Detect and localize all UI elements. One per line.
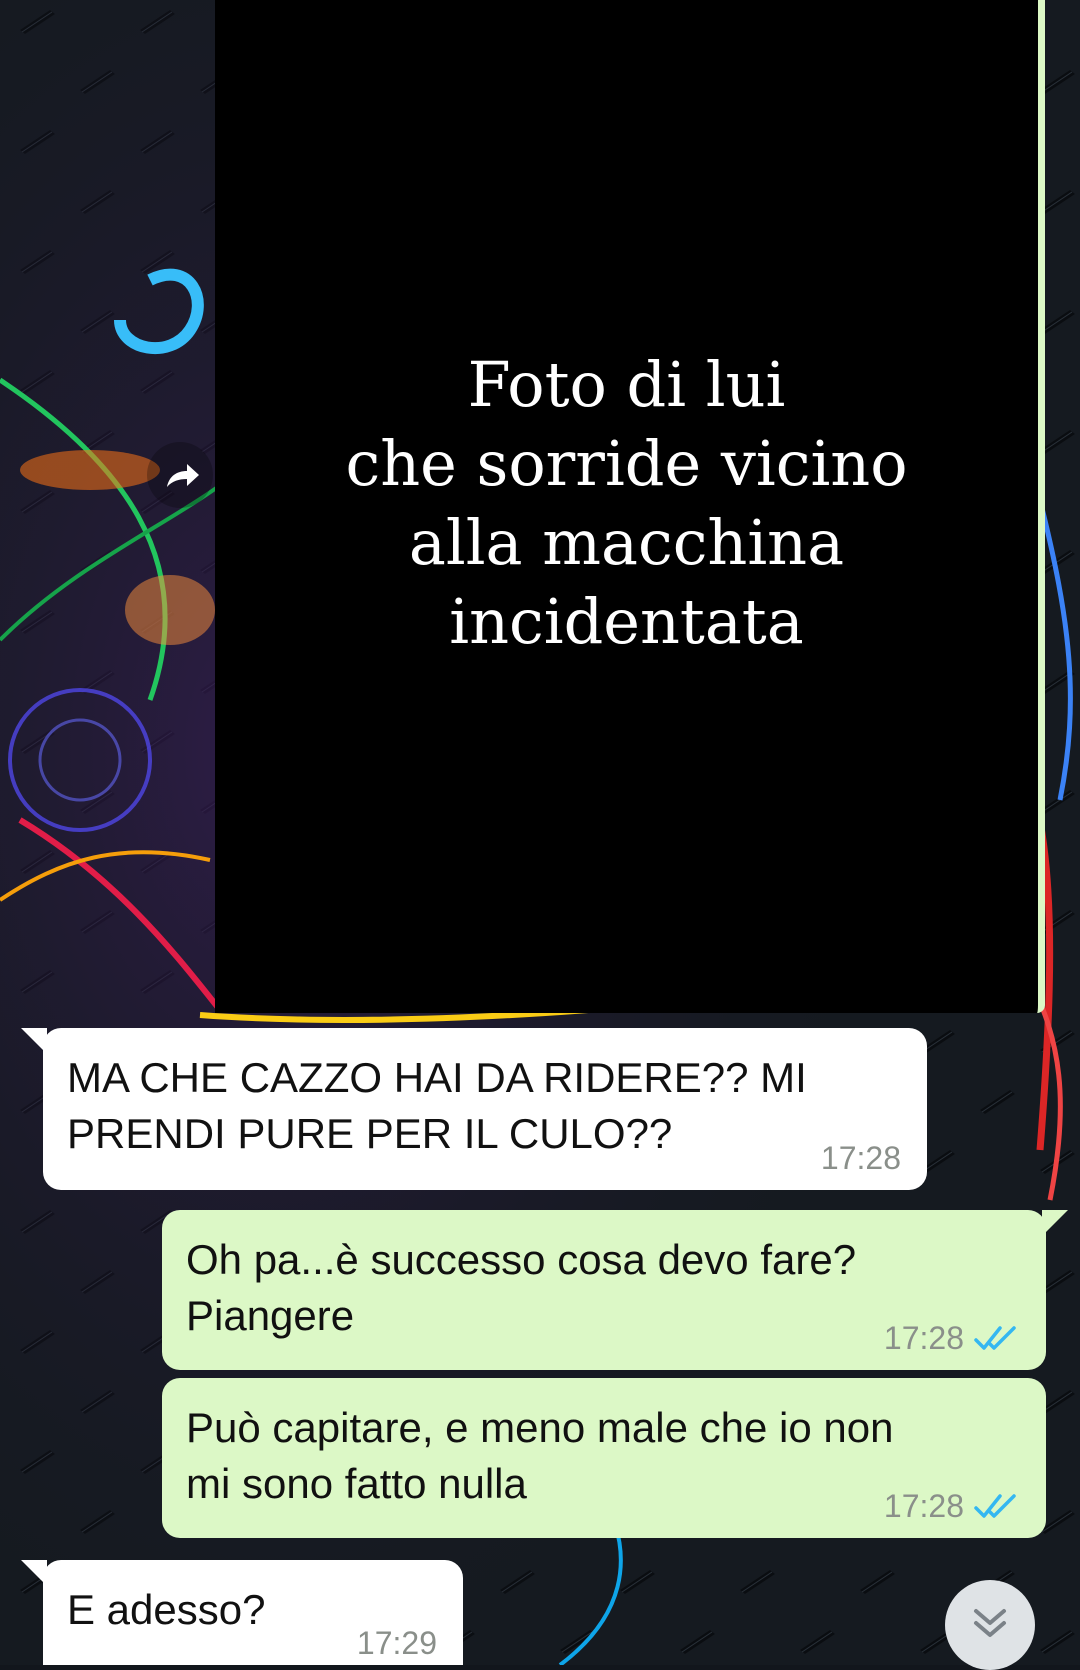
message-time: 17:28 xyxy=(883,1488,964,1524)
message-text: MA CHE CAZZO HAI DA RIDERE?? MI PRENDI P… xyxy=(67,1054,807,1157)
bubble-tail xyxy=(21,1560,47,1586)
message-incoming[interactable]: MA CHE CAZZO HAI DA RIDERE?? MI PRENDI P… xyxy=(21,1028,927,1190)
message-meta: 17:28 xyxy=(821,1140,901,1176)
double-chevron-down-icon xyxy=(974,1609,1006,1637)
message-meta: 17:29 xyxy=(357,1625,437,1661)
image-caption: Foto di lui che sorride vicino alla macc… xyxy=(345,348,908,658)
message-time: 17:29 xyxy=(356,1625,437,1661)
bubble-tail xyxy=(1042,1210,1068,1236)
double-check-icon xyxy=(974,1326,1016,1350)
double-check-icon xyxy=(974,1494,1016,1518)
message-outgoing[interactable]: Può capitare, e meno male che io non mi … xyxy=(162,1378,1046,1538)
image-message[interactable]: Foto di lui che sorride vicino alla macc… xyxy=(215,0,1045,1013)
message-time: 17:28 xyxy=(820,1140,901,1176)
message-meta: 17:28 xyxy=(884,1320,1020,1356)
message-incoming[interactable]: E adesso? 17:29 xyxy=(21,1560,463,1665)
message-meta: 17:28 xyxy=(884,1488,1020,1524)
forward-arrow-icon xyxy=(147,442,213,508)
scroll-to-bottom-button[interactable] xyxy=(945,1580,1035,1670)
message-outgoing[interactable]: Oh pa...è successo cosa devo fare? Piang… xyxy=(162,1210,1068,1370)
bubble-tail xyxy=(21,1028,47,1054)
message-time: 17:28 xyxy=(883,1320,964,1356)
forward-button[interactable] xyxy=(145,440,215,510)
